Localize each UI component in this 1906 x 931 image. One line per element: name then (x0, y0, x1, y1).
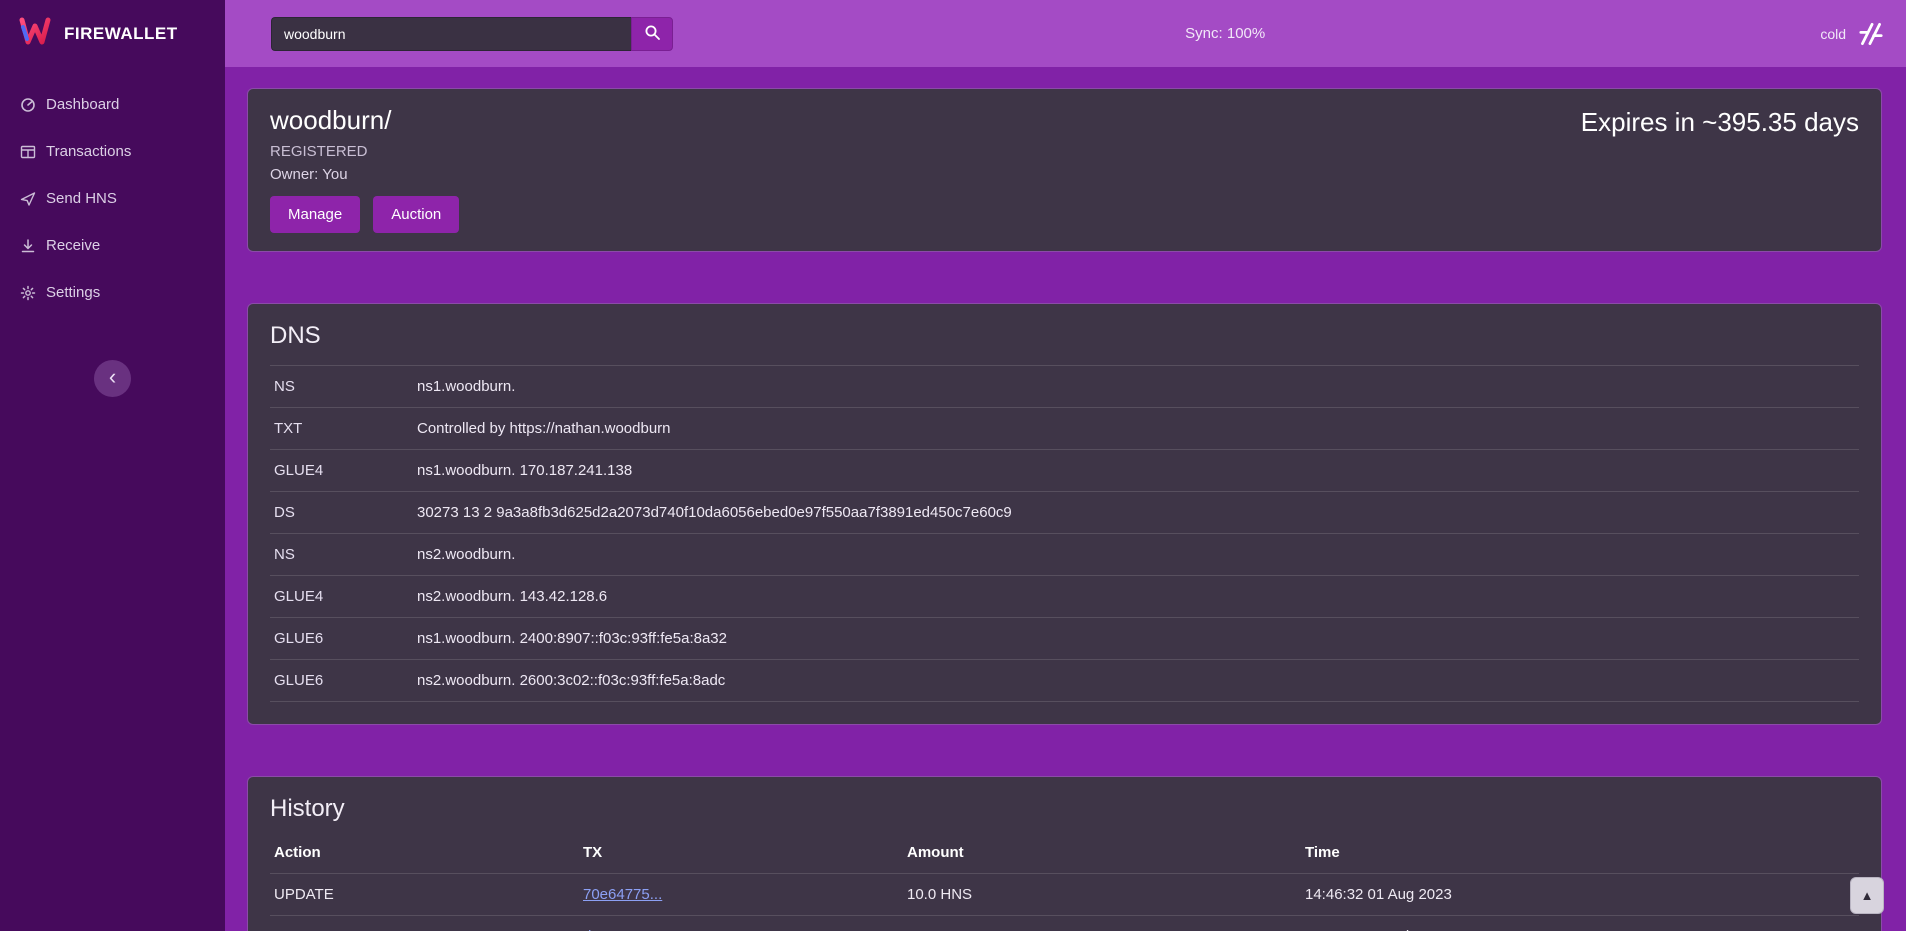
domain-expiry: Expires in ~395.35 days (1581, 107, 1859, 138)
settings-icon (19, 284, 36, 301)
dns-record-row: GLUE6 ns1.woodburn. 2400:8907::f03c:93ff… (270, 617, 1859, 659)
send-icon (19, 190, 36, 207)
dns-record-type: DS (274, 504, 417, 521)
history-col-time: Time (1305, 844, 1855, 861)
history-amount: 10.0 HNS (907, 886, 1305, 903)
dns-record-type: GLUE4 (274, 588, 417, 605)
dns-record-type: GLUE4 (274, 462, 417, 479)
history-col-action: Action (274, 844, 583, 861)
history-table: Action TX Amount Time UPDATE 70e64775...… (270, 838, 1859, 931)
arrow-up-icon: ▲ (1861, 888, 1874, 903)
domain-actions: Manage Auction (270, 196, 1859, 233)
main-content: woodburn/ REGISTERED Owner: You Manage A… (225, 67, 1906, 931)
domain-owner: Owner: You (270, 166, 1859, 183)
history-col-amount: Amount (907, 844, 1305, 861)
domain-status: REGISTERED (270, 143, 1859, 160)
app-brand[interactable]: FIREWALLET (0, 0, 225, 67)
dns-record-row: GLUE4 ns1.woodburn. 170.187.241.138 (270, 449, 1859, 491)
sidebar-item-label: Transactions (46, 143, 131, 160)
dns-record-value: ns1.woodburn. (417, 378, 515, 395)
dns-record-value: ns1.woodburn. 2400:8907::f03c:93ff:fe5a:… (417, 630, 727, 647)
dns-record-row: NS ns1.woodburn. (270, 365, 1859, 407)
dns-record-value: ns2.woodburn. (417, 546, 515, 563)
dns-record-row: TXT Controlled by https://nathan.woodbur… (270, 407, 1859, 449)
dns-record-value: Controlled by https://nathan.woodburn (417, 420, 671, 437)
search-button[interactable] (631, 17, 673, 51)
dns-card: DNS NS ns1.woodburn. TXT Controlled by h… (247, 303, 1882, 725)
scroll-top-button[interactable]: ▲ (1850, 877, 1884, 914)
dns-record-row: DS 30273 13 2 9a3a8fb3d625d2a2073d740f10… (270, 491, 1859, 533)
app-title: FIREWALLET (64, 24, 178, 44)
dns-record-type: NS (274, 378, 417, 395)
dns-record-value: ns2.woodburn. 143.42.128.6 (417, 588, 607, 605)
dns-record-value: 30273 13 2 9a3a8fb3d625d2a2073d740f10da6… (417, 504, 1012, 521)
search-bar (271, 17, 673, 51)
history-card: History Action TX Amount Time UPDATE 70e… (247, 776, 1882, 931)
sidebar-item-send-hns[interactable]: Send HNS (0, 175, 225, 222)
history-row: UPDATE 70e64775... 10.0 HNS 14:46:32 01 … (270, 873, 1859, 915)
sidebar-item-transactions[interactable]: Transactions (0, 128, 225, 175)
dns-record-row: NS ns2.woodburn. (270, 533, 1859, 575)
sidebar-item-label: Receive (46, 237, 100, 254)
chevron-left-icon: ‹ (109, 366, 116, 388)
dns-record-value: ns2.woodburn. 2600:3c02::f03c:93ff:fe5a:… (417, 672, 725, 689)
receive-icon (19, 237, 36, 254)
sidebar-item-label: Send HNS (46, 190, 117, 207)
sidebar: FIREWALLET Dashboard Transactions Send H… (0, 0, 225, 931)
history-header-row: Action TX Amount Time (270, 838, 1859, 873)
dns-table: NS ns1.woodburn. TXT Controlled by https… (270, 365, 1859, 702)
sidebar-nav: Dashboard Transactions Send HNS Receive … (0, 67, 225, 316)
tx-link[interactable]: 70e64775... (583, 886, 662, 903)
dns-record-row: GLUE6 ns2.woodburn. 2600:3c02::f03c:93ff… (270, 659, 1859, 702)
dns-record-type: GLUE6 (274, 630, 417, 647)
domain-card: woodburn/ REGISTERED Owner: You Manage A… (247, 88, 1882, 252)
history-row: RENEW d79e5e3... 10.0 HNS 15:47:36 07 Fe… (270, 915, 1859, 931)
sidebar-item-label: Dashboard (46, 96, 119, 113)
sidebar-item-receive[interactable]: Receive (0, 222, 225, 269)
transactions-icon (19, 143, 36, 160)
sidebar-item-label: Settings (46, 284, 100, 301)
sidebar-collapse-button[interactable]: ‹ (94, 360, 131, 397)
dns-record-row: GLUE4 ns2.woodburn. 143.42.128.6 (270, 575, 1859, 617)
history-title: History (270, 795, 1859, 823)
sidebar-item-settings[interactable]: Settings (0, 269, 225, 316)
dns-record-value: ns1.woodburn. 170.187.241.138 (417, 462, 632, 479)
dns-record-type: TXT (274, 420, 417, 437)
history-action: UPDATE (274, 886, 583, 903)
dns-record-type: GLUE6 (274, 672, 417, 689)
sidebar-item-dashboard[interactable]: Dashboard (0, 81, 225, 128)
wallet-indicator: cold (1820, 19, 1886, 49)
dashboard-icon (19, 96, 36, 113)
history-time: 14:46:32 01 Aug 2023 (1305, 886, 1855, 903)
topbar: Sync: 100% cold (225, 0, 1906, 67)
search-input[interactable] (271, 17, 631, 51)
history-col-tx: TX (583, 844, 907, 861)
dns-record-type: NS (274, 546, 417, 563)
search-icon (644, 24, 661, 44)
firewallet-logo-icon (18, 17, 52, 50)
auction-button[interactable]: Auction (373, 196, 459, 233)
wallet-name: cold (1820, 26, 1846, 42)
manage-button[interactable]: Manage (270, 196, 360, 233)
dns-title: DNS (270, 322, 1859, 350)
handshake-icon[interactable] (1856, 19, 1886, 49)
sync-status: Sync: 100% (1185, 25, 1265, 42)
